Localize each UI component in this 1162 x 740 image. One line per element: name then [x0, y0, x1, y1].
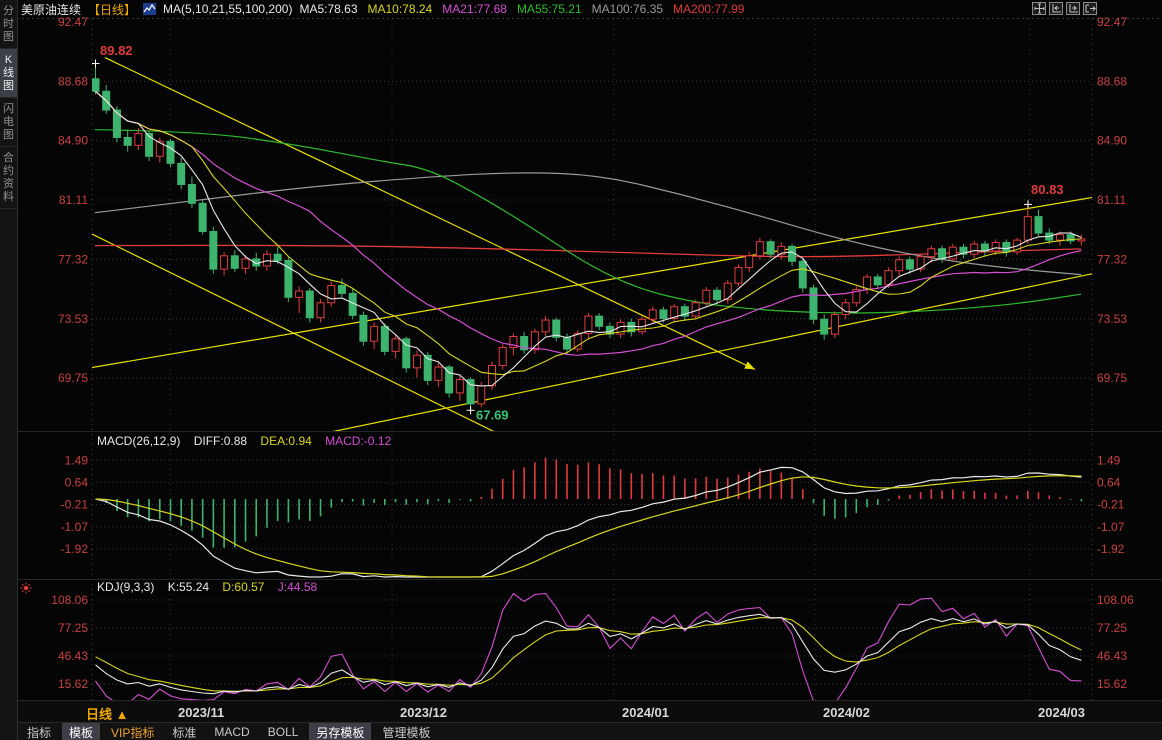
x-axis-date-label: 2024/03 — [1038, 705, 1085, 720]
macd-diff-value: DIFF:0.88 — [194, 434, 247, 448]
ma-values: MA5:78.63 MA10:78.24 MA21:77.68 MA55:75.21 M… — [299, 2, 754, 16]
y-axis-label: 15.62 — [58, 677, 88, 691]
tab-macd[interactable]: MACD — [207, 724, 256, 740]
panel-alert-icon[interactable] — [20, 581, 32, 599]
y-axis-label: 108.06 — [1097, 593, 1134, 607]
period-tag: 【日线】 — [88, 1, 136, 18]
kdj-d-value: D:60.57 — [222, 580, 264, 594]
trading-app-window: 92.4792.4788.6888.6884.9084.9081.1181.11… — [0, 0, 1162, 740]
y-axis-label: 77.25 — [58, 621, 88, 635]
tab-standard[interactable]: 标准 — [165, 723, 203, 740]
y-axis-label: 69.75 — [58, 371, 88, 385]
detach-panel-icon — [1085, 3, 1096, 14]
chart-type-sidebar: 分时图K线图闪电图合约资料 — [0, 0, 18, 740]
y-axis-label: 0.64 — [65, 475, 89, 489]
tab-save-template[interactable]: 另存模板 — [309, 723, 371, 740]
x-axis-date-label: 2024/02 — [823, 705, 870, 720]
ma-value: MA10:78.24 — [368, 2, 433, 16]
sidebar-item-flash-chart[interactable]: 闪电图 — [0, 98, 17, 147]
tab-vip-indicator[interactable]: VIP指标 — [104, 723, 161, 740]
y-axis-label: 77.25 — [1097, 621, 1127, 635]
y-axis-label: 1.49 — [65, 453, 89, 467]
y-axis-label: 92.47 — [1097, 15, 1127, 29]
x-axis-date-label: 2023/11 — [178, 705, 224, 720]
y-axis-label: 69.75 — [1097, 371, 1127, 385]
pan-button[interactable] — [1032, 2, 1046, 15]
y-axis-label: 46.43 — [1097, 649, 1127, 663]
tab-boll[interactable]: BOLL — [261, 724, 306, 740]
kdj-title: KDJ(9,3,3) — [97, 580, 154, 594]
axis-shift-left-icon — [1051, 3, 1062, 14]
y-axis-label: 108.06 — [51, 593, 88, 607]
macd-title: MACD(26,12,9) — [97, 434, 180, 448]
x-axis-date-label: 2023/12 — [400, 705, 447, 720]
detach-button[interactable] — [1083, 2, 1097, 15]
chart-canvas[interactable]: 92.4792.4788.6888.6884.9084.9081.1181.11… — [0, 0, 1162, 740]
sidebar-item-time-chart[interactable]: 分时图 — [0, 0, 17, 49]
y-axis-label: 1.49 — [1097, 453, 1121, 467]
sidebar-item-contract-info[interactable]: 合约资料 — [0, 147, 17, 209]
pan-icon — [1034, 3, 1045, 14]
y-axis-label: 77.32 — [1097, 252, 1127, 266]
chart-header: 美原油连续 【日线】 MA(5,10,21,55,100,200) MA5:78… — [21, 0, 1022, 18]
shift-left-button[interactable] — [1049, 2, 1063, 15]
ma-value: MA55:75.21 — [517, 2, 582, 16]
price-annotation: 67.69 — [476, 408, 509, 423]
bottom-tab-bar: 指标模板VIP指标标准MACD BOLL另存模板管理模板 — [18, 722, 1162, 740]
tab-indicator[interactable]: 指标 — [20, 723, 58, 740]
y-axis-label: 15.62 — [1097, 677, 1127, 691]
y-axis-label: 77.32 — [58, 252, 88, 266]
ma-config: MA(5,10,21,55,100,200) — [163, 2, 292, 16]
y-axis-label: 73.53 — [58, 312, 88, 326]
mini-chart-icon[interactable] — [143, 3, 156, 15]
axis-shift-right-icon — [1068, 3, 1079, 14]
price-annotation: 80.83 — [1031, 182, 1064, 197]
kdj-k-value: K:55.24 — [168, 580, 209, 594]
tab-manage-template[interactable]: 管理模板 — [375, 723, 437, 740]
y-axis-label: 81.11 — [1097, 193, 1126, 207]
sidebar-item-kline-chart[interactable]: K线图 — [0, 49, 17, 98]
price-annotation: 89.82 — [100, 43, 133, 58]
macd-dea-value: DEA:0.94 — [260, 434, 311, 448]
y-axis-label: -1.07 — [61, 520, 89, 534]
y-axis-label: -1.07 — [1097, 520, 1125, 534]
period-selector[interactable]: 日线 ▲ — [86, 704, 128, 723]
ma-value: MA21:77.68 — [442, 2, 507, 16]
date-axis-row: 日线 ▲ 2023/11 2023/12 2024/01 2024/02 2024/03 — [18, 700, 1162, 723]
tab-template[interactable]: 模板 — [62, 723, 100, 740]
y-axis-label: -0.21 — [1097, 497, 1125, 511]
symbol-name: 美原油连续 — [21, 1, 81, 18]
y-axis-label: -1.92 — [1097, 542, 1125, 556]
y-axis-label: 81.11 — [59, 193, 88, 207]
macd-hist-value: MACD:-0.12 — [325, 434, 391, 448]
macd-panel-header: MACD(26,12,9) DIFF:0.88 DEA:0.94 MACD:-0… — [97, 434, 401, 448]
y-axis-label: -0.21 — [61, 497, 89, 511]
kdj-panel-header: KDJ(9,3,3) K:55.24 D:60.57 J:44.58 — [97, 580, 327, 594]
shift-right-button[interactable] — [1066, 2, 1080, 15]
y-axis-label: -1.92 — [61, 542, 89, 556]
y-axis-label: 84.90 — [1097, 134, 1127, 148]
chart-toolbar — [1032, 2, 1097, 15]
ma-value: MA5:78.63 — [299, 2, 357, 16]
y-axis-label: 84.90 — [58, 134, 88, 148]
y-axis-label: 46.43 — [58, 649, 88, 663]
kdj-j-value: J:44.58 — [278, 580, 317, 594]
x-axis-date-label: 2024/01 — [622, 705, 669, 720]
y-axis-label: 73.53 — [1097, 312, 1127, 326]
ma-value: MA200:77.99 — [673, 2, 744, 16]
y-axis-label: 88.68 — [1097, 74, 1127, 88]
ma-value: MA100:76.35 — [592, 2, 663, 16]
y-axis-label: 88.68 — [58, 74, 88, 88]
y-axis-label: 0.64 — [1097, 475, 1121, 489]
